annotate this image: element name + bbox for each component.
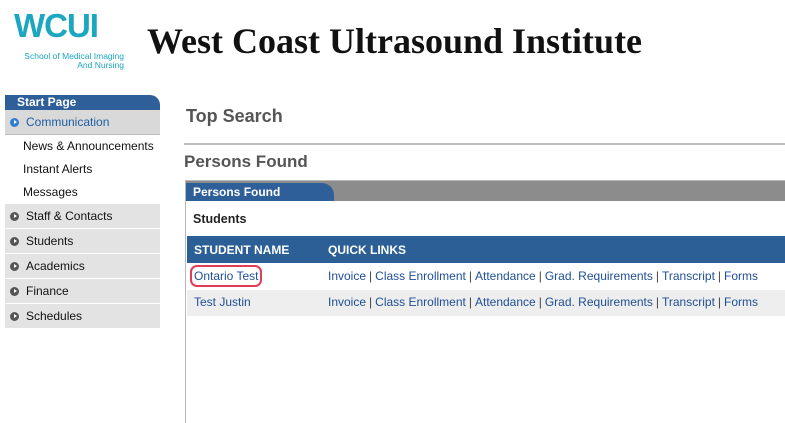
separator: |	[655, 295, 659, 309]
sidebar-item-label: Schedules	[26, 309, 83, 323]
sidebar-item-label: Academics	[26, 259, 85, 273]
header: WCUI School of Medical Imaging And Nursi…	[0, 0, 785, 88]
attendance-link[interactable]: Attendance	[475, 295, 536, 309]
sidebar-item-staff-contacts[interactable]: Staff & Contacts	[5, 204, 160, 229]
expand-bullet-icon	[10, 261, 19, 271]
logo-mark: WCUI	[14, 7, 99, 44]
start-page-tab[interactable]: Start Page	[5, 95, 160, 110]
expand-bullet-icon	[10, 117, 19, 127]
separator: |	[468, 295, 472, 309]
column-header-student-name: STUDENT NAME	[194, 243, 290, 257]
separator: |	[538, 295, 542, 309]
expand-bullet-icon	[10, 236, 19, 246]
students-label: Students	[193, 212, 247, 226]
expand-bullet-icon	[10, 286, 19, 296]
forms-link[interactable]: Forms	[724, 269, 758, 283]
invoice-link[interactable]: Invoice	[328, 269, 366, 283]
sidebar-subitem-messages[interactable]: Messages	[5, 181, 160, 204]
transcript-link[interactable]: Transcript	[662, 269, 715, 283]
table-row: Ontario Test Invoice | Class Enrollment | At…	[187, 264, 785, 290]
quick-links: Invoice | Class Enrollment | Attendance | Grad…	[328, 295, 758, 309]
forms-link[interactable]: Forms	[724, 295, 758, 309]
quick-links: Invoice | Class Enrollment | Attendance | Grad…	[328, 269, 758, 283]
class-enrollment-link[interactable]: Class Enrollment	[375, 295, 466, 309]
transcript-link[interactable]: Transcript	[662, 295, 715, 309]
sidebar-item-schedules[interactable]: Schedules	[5, 304, 160, 329]
attendance-link[interactable]: Attendance	[475, 269, 536, 283]
sidebar-item-label: Finance	[26, 284, 69, 298]
separator: |	[538, 269, 542, 283]
invoice-link[interactable]: Invoice	[328, 295, 366, 309]
heading-divider	[184, 143, 785, 145]
sidebar-subitem-instant-alerts[interactable]: Instant Alerts	[5, 158, 160, 181]
grad-requirements-link[interactable]: Grad. Requirements	[545, 295, 653, 309]
student-name-link[interactable]: Test Justin	[194, 295, 251, 309]
sidebar-item-label: Staff & Contacts	[26, 209, 113, 223]
separator: |	[717, 295, 722, 309]
grad-requirements-link[interactable]: Grad. Requirements	[545, 269, 653, 283]
class-enrollment-link[interactable]: Class Enrollment	[375, 269, 466, 283]
page-title: Top Search	[186, 106, 283, 126]
expand-bullet-icon	[10, 311, 19, 321]
separator: |	[468, 269, 472, 283]
column-header-quick-links: QUICK LINKS	[328, 243, 406, 257]
separator: |	[369, 295, 373, 309]
section-title: Persons Found	[184, 152, 308, 171]
sidebar-item-finance[interactable]: Finance	[5, 279, 160, 304]
sidebar-item-academics[interactable]: Academics	[5, 254, 160, 279]
wcui-logo[interactable]: WCUI School of Medical Imaging And Nursi…	[14, 8, 126, 72]
sidebar-item-communication[interactable]: Communication	[5, 110, 160, 135]
persons-found-panel: Persons Found Students STUDENT NAME QUIC…	[185, 180, 785, 423]
logo-subtitle: School of Medical Imaging And Nursing	[24, 52, 124, 70]
site-title: West Coast Ultrasound Institute	[147, 21, 643, 61]
sidebar-item-students[interactable]: Students	[5, 229, 160, 254]
sidebar-subitem-news[interactable]: News & Announcements	[5, 135, 160, 158]
communication-submenu: News & Announcements Instant Alerts Mess…	[5, 135, 160, 204]
sidebar-item-label: Communication	[26, 115, 110, 129]
separator: |	[655, 269, 659, 283]
sidebar: Start Page Communication News & Announce…	[5, 95, 160, 329]
separator: |	[717, 269, 722, 283]
sidebar-item-label: Students	[26, 234, 74, 248]
panel-tab-bar: Persons Found	[186, 181, 785, 201]
tab-persons-found[interactable]: Persons Found	[186, 183, 334, 201]
separator: |	[369, 269, 373, 283]
student-name-link[interactable]: Ontario Test	[189, 265, 263, 287]
table-row: Test Justin Invoice | Class Enrollment | Att…	[187, 290, 785, 316]
table-header: STUDENT NAME QUICK LINKS	[187, 236, 785, 263]
logo-subtitle-line2: And Nursing	[77, 60, 124, 70]
expand-bullet-icon	[10, 211, 19, 221]
